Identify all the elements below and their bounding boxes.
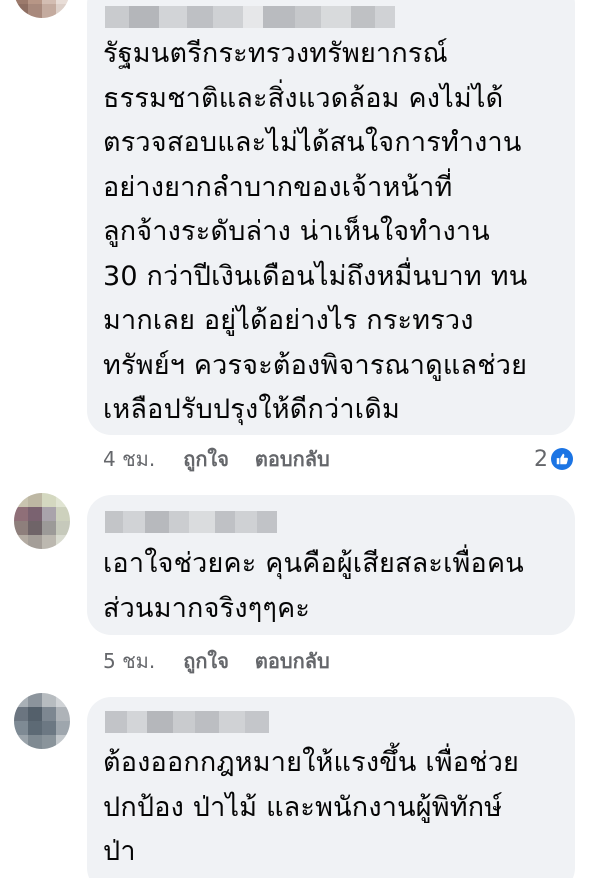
like-button[interactable]: ถูกใจ: [183, 645, 229, 677]
comment-bubble: ต้องออกกฎหมายให้แรงขึ้น เพื่อช่วย ปกป้อง…: [87, 697, 575, 878]
comment-text: เอาใจช่วยคะ คุนคือผู้เสียสละเพื่อคน ส่วน…: [103, 548, 524, 624]
comment-text: ต้องออกกฎหมายให้แรงขึ้น เพื่อช่วย ปกป้อง…: [103, 747, 520, 867]
comment-bubble: เอาใจช่วยคะ คุนคือผู้เสียสละเพื่อคน ส่วน…: [87, 495, 575, 635]
avatar[interactable]: [14, 0, 70, 18]
reaction-summary[interactable]: 2: [534, 444, 573, 474]
reply-button[interactable]: ตอบกลับ: [255, 443, 330, 475]
thumbs-up-icon: [551, 448, 573, 470]
comment-actions: 5 ชม. ถูกใจ ตอบกลับ: [103, 646, 330, 676]
author-name-blurred[interactable]: [105, 511, 277, 533]
comment-timestamp[interactable]: 5 ชม.: [103, 645, 155, 677]
comment-text: รัฐมนตรีกระทรวงทรัพยากรณ์ ธรรมชาติและสิ่…: [103, 38, 528, 425]
comment-bubble: รัฐมนตรีกระทรวงทรัพยากรณ์ ธรรมชาติและสิ่…: [87, 0, 575, 435]
reaction-count: 2: [534, 446, 548, 472]
comment-timestamp[interactable]: 4 ชม.: [103, 443, 155, 475]
author-name-blurred[interactable]: [105, 6, 395, 28]
comments-thread: รัฐมนตรีกระทรวงทรัพยากรณ์ ธรรมชาติและสิ่…: [0, 0, 591, 878]
author-name-blurred[interactable]: [105, 711, 269, 733]
reply-button[interactable]: ตอบกลับ: [255, 645, 330, 677]
like-button[interactable]: ถูกใจ: [183, 443, 229, 475]
avatar[interactable]: [14, 693, 70, 749]
comment-actions: 4 ชม. ถูกใจ ตอบกลับ: [103, 444, 330, 474]
avatar[interactable]: [14, 493, 70, 549]
